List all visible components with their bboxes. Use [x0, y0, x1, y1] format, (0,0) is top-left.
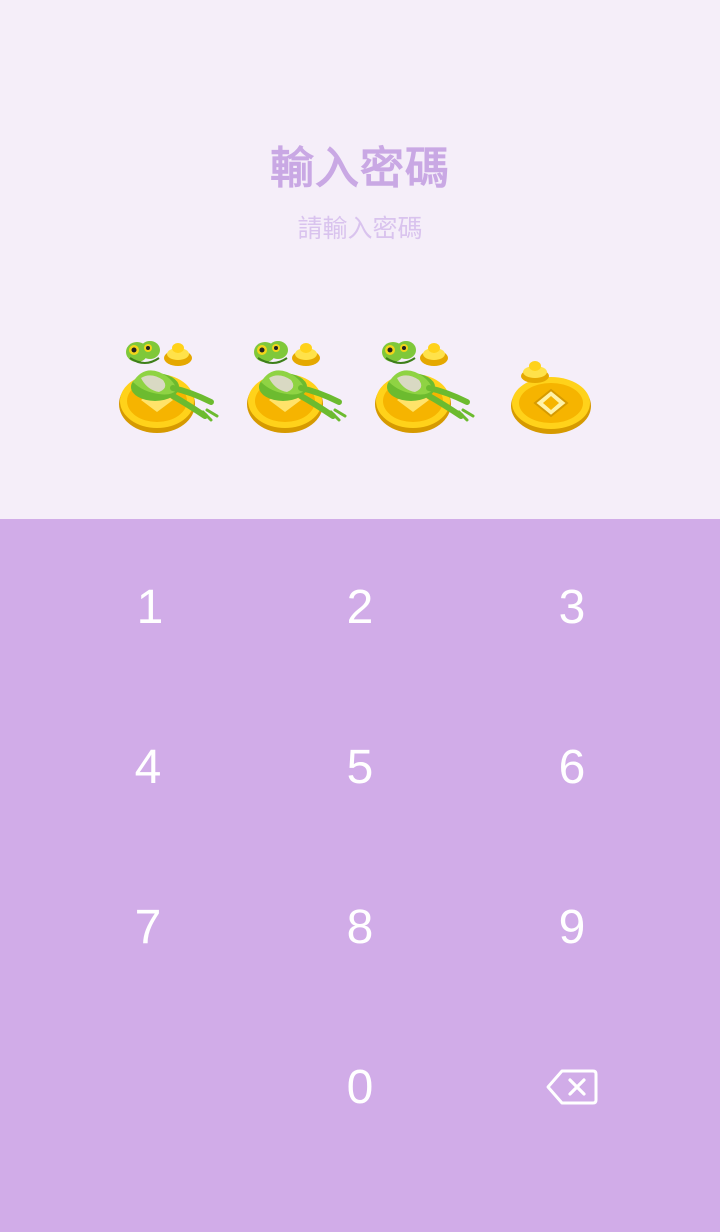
key-2[interactable]: 2	[260, 547, 460, 667]
key-6[interactable]: 6	[472, 707, 672, 827]
key-empty	[48, 1027, 248, 1147]
numeric-keypad: 1 2 3 4 5 6 7 8 9 0	[0, 519, 720, 1232]
backspace-button[interactable]	[472, 1027, 672, 1147]
backspace-icon	[546, 1069, 598, 1105]
pin-entry-header-area: 輸入密碼 請輸入密碼	[0, 0, 720, 519]
key-9[interactable]: 9	[472, 867, 672, 987]
pin-dot-filled-frog-icon	[115, 330, 225, 440]
page-subtitle: 請輸入密碼	[297, 214, 423, 243]
key-1[interactable]: 1	[50, 547, 250, 667]
page-title: 輸入密碼	[270, 143, 450, 194]
key-5[interactable]: 5	[260, 707, 460, 827]
key-7[interactable]: 7	[48, 867, 248, 987]
key-3[interactable]: 3	[472, 547, 672, 667]
pin-dot-filled-frog-icon	[243, 330, 353, 440]
key-0[interactable]: 0	[260, 1027, 460, 1147]
pin-indicator	[0, 330, 720, 450]
pin-dot-filled-frog-icon	[371, 330, 481, 440]
key-8[interactable]: 8	[260, 867, 460, 987]
pin-dot-empty-coin-icon	[505, 330, 615, 440]
key-4[interactable]: 4	[48, 707, 248, 827]
